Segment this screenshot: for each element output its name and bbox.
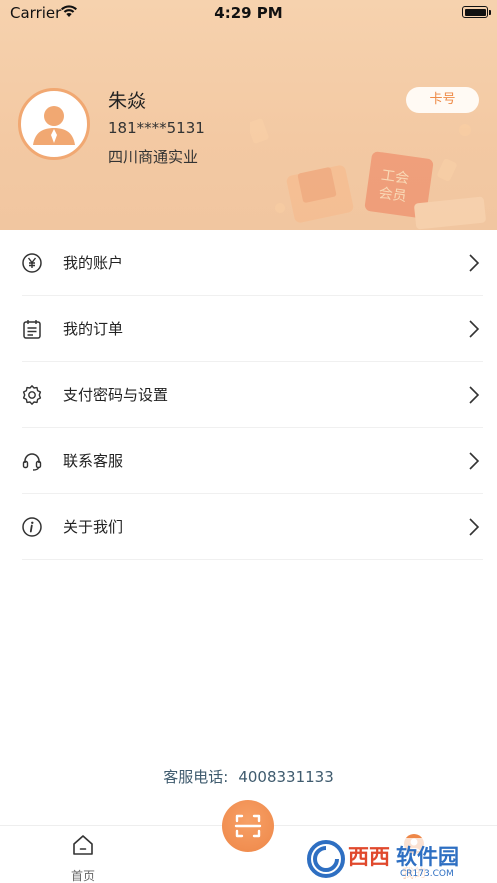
menu-list: 我的账户 我的订单 支付密码与设置 联系客服 关于我们 (0, 230, 497, 560)
user-avatar-icon (33, 106, 75, 145)
screen: Carrier 4:29 PM 工会 会员 朱焱 181****5131 四川商… (0, 0, 497, 883)
chevron-right-icon (469, 386, 480, 404)
tab-home-label: 首页 (70, 869, 95, 883)
yuan-circle-icon (22, 253, 42, 273)
chevron-right-icon (469, 254, 480, 272)
user-name: 朱焱 (108, 90, 147, 112)
member-card-illustration: 工会 会员 (250, 118, 486, 230)
menu-item-label: 关于我们 (63, 518, 124, 536)
battery-icon (462, 6, 488, 18)
menu-item-customer-service[interactable]: 联系客服 (0, 428, 497, 494)
chevron-right-icon (469, 452, 480, 470)
svg-text:软件园: 软件园 (396, 845, 459, 869)
menu-item-label: 我的订单 (63, 320, 124, 338)
home-icon (73, 835, 93, 855)
clock: 4:29 PM (214, 4, 283, 22)
svg-text:CR173.COM: CR173.COM (400, 869, 454, 879)
profile-header: Carrier 4:29 PM 工会 会员 朱焱 181****5131 四川商… (0, 0, 497, 230)
card-number-button[interactable]: 卡号 (406, 87, 479, 113)
status-bar: Carrier 4:29 PM (0, 0, 497, 28)
chevron-right-icon (469, 320, 480, 338)
menu-item-about-us[interactable]: 关于我们 (0, 494, 497, 560)
chevron-right-icon (469, 518, 480, 536)
svg-text:西西: 西西 (348, 845, 390, 869)
scan-button[interactable] (222, 800, 274, 852)
user-phone: 181****5131 (108, 119, 205, 137)
menu-item-payment-settings[interactable]: 支付密码与设置 (0, 362, 497, 428)
headset-icon (22, 453, 42, 471)
info-icon (22, 517, 42, 537)
menu-item-label: 联系客服 (63, 452, 124, 470)
order-list-icon (23, 320, 41, 339)
divider (22, 559, 483, 560)
avatar[interactable] (18, 88, 90, 160)
menu-item-label: 支付密码与设置 (63, 386, 169, 404)
gear-icon (22, 385, 42, 405)
hotline-label: 客服电话: (163, 768, 229, 786)
menu-item-orders[interactable]: 我的订单 (0, 296, 497, 362)
menu-item-label: 我的账户 (63, 254, 124, 272)
site-watermark: 西西 软件园 CR173.COM (300, 838, 497, 879)
menu-item-account[interactable]: 我的账户 (0, 230, 497, 296)
hotline-number[interactable]: 4008331133 (238, 768, 333, 786)
tab-home[interactable]: 首页 (60, 830, 106, 883)
scan-icon (234, 814, 262, 838)
customer-service-hotline[interactable]: 客服电话: 4008331133 (0, 766, 497, 787)
user-company: 四川商通实业 (108, 148, 199, 166)
battery-tip (489, 10, 491, 15)
